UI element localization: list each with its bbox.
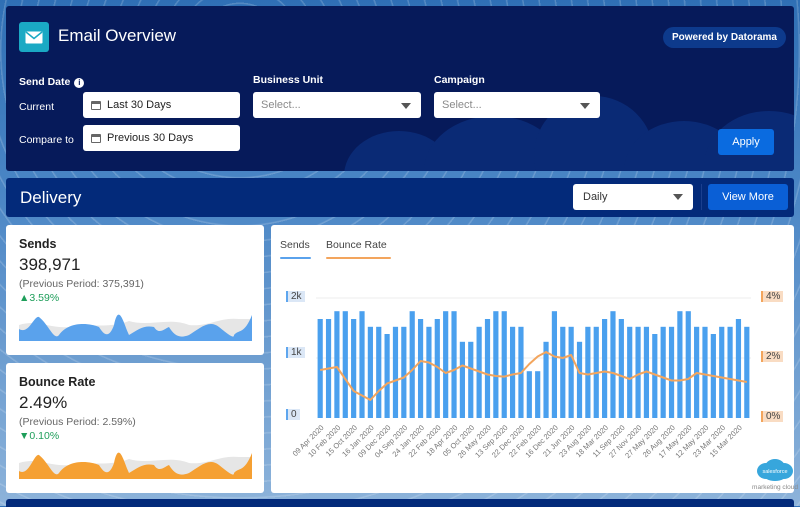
business-unit-select[interactable]: Select... bbox=[253, 92, 421, 118]
kpi-previous-period: (Previous Period: 2.59%) bbox=[19, 416, 136, 428]
section-title: Delivery bbox=[20, 188, 82, 207]
sends-bar[interactable] bbox=[443, 311, 449, 418]
sends-bar[interactable] bbox=[551, 311, 558, 418]
sends-bar[interactable] bbox=[719, 326, 725, 418]
delivery-section-header: Delivery Daily View More bbox=[6, 178, 794, 217]
sends-bar[interactable] bbox=[384, 334, 390, 418]
sends-bar[interactable] bbox=[618, 319, 624, 418]
sends-bar[interactable] bbox=[702, 326, 708, 418]
sends-bar[interactable] bbox=[376, 326, 382, 418]
sends-bar[interactable] bbox=[401, 326, 407, 418]
kpi-value: 398,971 bbox=[19, 255, 81, 274]
compare-date-range-value: Previous 30 Days bbox=[107, 132, 194, 144]
compare-date-range-input[interactable]: Previous 30 Days bbox=[83, 125, 240, 151]
sends-bar[interactable] bbox=[426, 326, 432, 418]
kpi-delta: ▲3.59% bbox=[19, 292, 60, 304]
kpi-card-sends: Sends 398,971 (Previous Period: 375,391)… bbox=[6, 225, 264, 355]
logo-subtitle: marketing cloud bbox=[752, 484, 798, 491]
calendar-icon bbox=[91, 100, 101, 110]
kpi-title: Bounce Rate bbox=[19, 375, 96, 389]
sends-bar[interactable] bbox=[417, 319, 424, 418]
sends-bar[interactable] bbox=[526, 371, 532, 418]
granularity-value: Daily bbox=[583, 191, 608, 203]
sends-bar[interactable] bbox=[509, 326, 516, 418]
sends-bar[interactable] bbox=[451, 311, 457, 418]
sends-bar[interactable] bbox=[660, 326, 666, 418]
logo-brand-text: salesforce bbox=[762, 469, 787, 475]
send-date-label-text: Send Date bbox=[19, 76, 71, 88]
current-date-range-value: Last 30 Days bbox=[107, 99, 172, 111]
info-icon[interactable]: i bbox=[74, 78, 85, 88]
sends-bar[interactable] bbox=[744, 326, 750, 418]
apply-button[interactable]: Apply bbox=[718, 129, 774, 155]
sends-bar[interactable] bbox=[602, 319, 608, 418]
sends-bar[interactable] bbox=[635, 326, 641, 418]
granularity-select[interactable]: Daily bbox=[573, 184, 693, 210]
filter-header: Email Overview Powered by Datorama Send … bbox=[6, 6, 794, 171]
sends-bar[interactable] bbox=[359, 311, 365, 418]
sparkline-sends bbox=[19, 314, 252, 341]
sparkline-bounce-rate bbox=[19, 452, 252, 479]
sends-bar[interactable] bbox=[459, 341, 465, 418]
sends-bar[interactable] bbox=[342, 311, 348, 418]
sends-bar[interactable] bbox=[468, 341, 474, 418]
delivery-chart: 09 Apr 202010 Feb 202015 Oct 202016 Jan … bbox=[291, 297, 751, 460]
sends-bar[interactable] bbox=[409, 311, 415, 418]
campaign-label: Campaign bbox=[434, 74, 485, 86]
kpi-card-bounce-rate: Bounce Rate 2.49% (Previous Period: 2.59… bbox=[6, 363, 264, 493]
sends-bar[interactable] bbox=[576, 341, 583, 418]
send-date-label: Send Date i bbox=[19, 76, 85, 88]
sends-bar[interactable] bbox=[677, 311, 683, 418]
kpi-value: 2.49% bbox=[19, 393, 68, 412]
sends-bar[interactable] bbox=[560, 326, 566, 418]
business-unit-label: Business Unit bbox=[253, 74, 324, 86]
sends-bar[interactable] bbox=[585, 326, 591, 418]
divider bbox=[701, 184, 702, 210]
kpi-previous-period: (Previous Period: 375,391) bbox=[19, 278, 144, 290]
campaign-placeholder: Select... bbox=[442, 99, 482, 111]
kpi-title: Sends bbox=[19, 237, 57, 251]
sends-bar[interactable] bbox=[568, 326, 574, 418]
sends-bar[interactable] bbox=[535, 371, 541, 418]
sends-bar[interactable] bbox=[484, 319, 491, 418]
sends-bar[interactable] bbox=[392, 326, 399, 418]
sends-bar[interactable] bbox=[493, 311, 499, 418]
delivery-chart-card: Sends Bounce Rate 2k 1k 0 4% 2% 0% 09 Ap… bbox=[271, 225, 794, 493]
current-label: Current bbox=[19, 101, 55, 113]
sends-bar[interactable] bbox=[317, 319, 323, 418]
sends-bar[interactable] bbox=[735, 319, 742, 418]
sends-bar[interactable] bbox=[727, 326, 733, 418]
chevron-down-icon bbox=[580, 103, 590, 109]
bounce-rate-line[interactable] bbox=[320, 351, 747, 401]
campaign-select[interactable]: Select... bbox=[434, 92, 600, 118]
kpi-delta: ▼0.10% bbox=[19, 430, 60, 442]
envelope-icon bbox=[19, 22, 49, 52]
calendar-icon bbox=[91, 133, 101, 143]
compare-to-label: Compare to bbox=[19, 134, 74, 146]
powered-by-badge[interactable]: Powered by Datorama bbox=[662, 27, 786, 48]
current-date-range-input[interactable]: Last 30 Days bbox=[83, 92, 240, 118]
sends-bar[interactable] bbox=[610, 311, 616, 418]
sends-bar[interactable] bbox=[367, 326, 373, 418]
salesforce-logo: salesforce bbox=[757, 459, 793, 481]
sends-bar[interactable] bbox=[334, 311, 340, 418]
chevron-down-icon bbox=[673, 194, 683, 200]
sends-bar[interactable] bbox=[627, 326, 633, 418]
sends-bar[interactable] bbox=[668, 326, 675, 418]
page-title: Email Overview bbox=[58, 26, 177, 45]
chevron-down-icon bbox=[401, 103, 411, 109]
sends-bar[interactable] bbox=[685, 311, 691, 418]
view-more-button[interactable]: View More bbox=[708, 184, 788, 210]
sends-bar[interactable] bbox=[501, 311, 507, 418]
business-unit-placeholder: Select... bbox=[261, 99, 301, 111]
sends-bar[interactable] bbox=[351, 319, 357, 418]
